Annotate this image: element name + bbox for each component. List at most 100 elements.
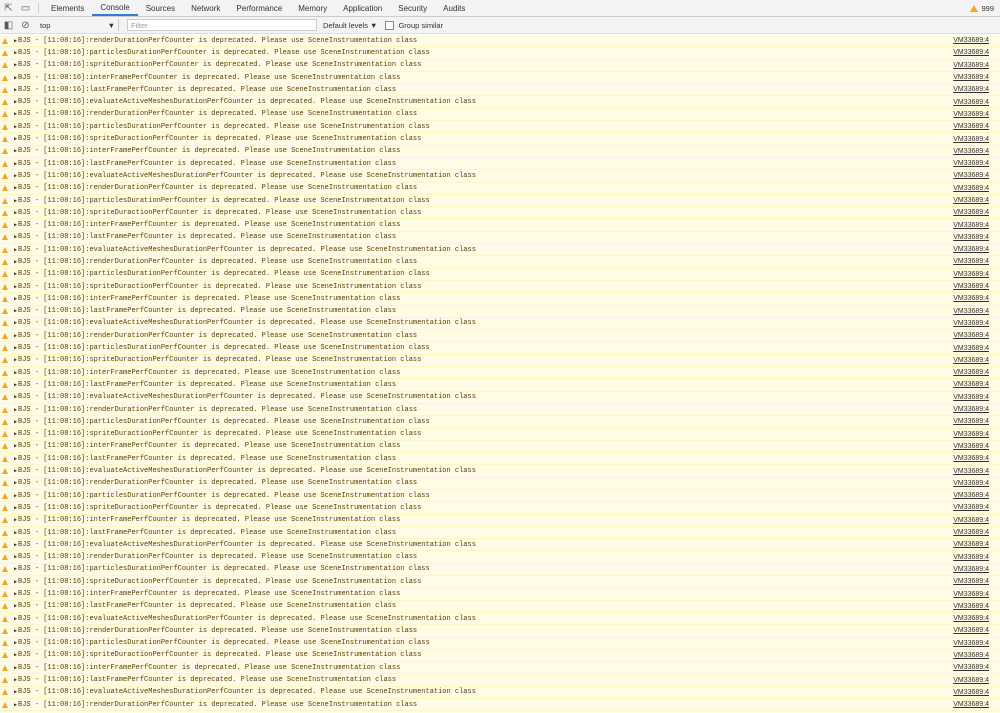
- log-source-link[interactable]: VM33689:4: [953, 603, 989, 610]
- log-row[interactable]: ▶ BJS - [11:08:16]: particlesDurationPerf…: [0, 416, 1000, 429]
- clear-console-icon[interactable]: ⊘: [17, 20, 34, 31]
- log-source-link[interactable]: VM33689:4: [953, 480, 989, 487]
- log-row[interactable]: ▶ BJS - [11:08:16]: spriteDuractionPerfCo…: [0, 355, 1000, 368]
- log-row[interactable]: ▶ BJS - [11:08:16]: lastFramePerfCounter …: [0, 232, 1000, 245]
- log-source-link[interactable]: VM33689:4: [953, 381, 989, 388]
- log-source-link[interactable]: VM33689:4: [953, 664, 989, 671]
- log-source-link[interactable]: VM33689:4: [953, 640, 989, 647]
- expand-arrow-icon[interactable]: ▶: [14, 394, 17, 400]
- expand-arrow-icon[interactable]: ▶: [14, 210, 17, 216]
- log-row[interactable]: ▶ BJS - [11:08:16]: lastFramePerfCounter …: [0, 306, 1000, 318]
- log-row[interactable]: ▶ BJS - [11:08:16]: particlesDurationPerf…: [0, 195, 1000, 208]
- expand-arrow-icon[interactable]: ▶: [14, 566, 17, 572]
- expand-arrow-icon[interactable]: ▶: [14, 517, 17, 523]
- context-select[interactable]: top ▼: [37, 19, 119, 31]
- expand-arrow-icon[interactable]: ▶: [14, 640, 17, 646]
- expand-arrow-icon[interactable]: ▶: [14, 652, 17, 658]
- log-row[interactable]: ▶ BJS - [11:08:16]: lastFramePerfCounter …: [0, 84, 1000, 97]
- log-source-link[interactable]: VM33689:4: [953, 99, 989, 106]
- log-source-link[interactable]: VM33689:4: [953, 123, 989, 130]
- log-row[interactable]: ▶ BJS - [11:08:16]: particlesDurationPerf…: [0, 638, 1000, 650]
- log-row[interactable]: ▶ BJS - [11:08:16]: interFramePerfCounter…: [0, 72, 1000, 85]
- log-source-link[interactable]: VM33689:4: [953, 308, 989, 315]
- log-row[interactable]: ▶ BJS - [11:08:16]: evaluateActiveMeshesD…: [0, 687, 1000, 700]
- log-row[interactable]: ▶ BJS - [11:08:16]: spriteDuractionPerfCo…: [0, 502, 1000, 515]
- expand-arrow-icon[interactable]: ▶: [14, 259, 17, 265]
- log-row[interactable]: ▶ BJS - [11:08:16]: renderDurationPerfCou…: [0, 478, 1000, 490]
- log-source-link[interactable]: VM33689:4: [953, 148, 989, 155]
- log-source-link[interactable]: VM33689:4: [953, 246, 989, 253]
- log-source-link[interactable]: VM33689:4: [953, 529, 989, 536]
- log-source-link[interactable]: VM33689:4: [953, 74, 989, 81]
- expand-arrow-icon[interactable]: ▶: [14, 345, 17, 351]
- expand-arrow-icon[interactable]: ▶: [14, 234, 17, 240]
- tab-sources[interactable]: Sources: [138, 0, 183, 16]
- log-source-link[interactable]: VM33689:4: [953, 455, 989, 462]
- log-source-link[interactable]: VM33689:4: [953, 271, 989, 278]
- log-row[interactable]: ▶ BJS - [11:08:16]: renderDurationPerfCou…: [0, 35, 1000, 48]
- group-similar-toggle[interactable]: Group similar: [385, 20, 443, 30]
- expand-arrow-icon[interactable]: ▶: [14, 468, 17, 474]
- log-source-link[interactable]: VM33689:4: [953, 701, 989, 708]
- log-row[interactable]: ▶ BJS - [11:08:16]: renderDurationPerfCou…: [0, 330, 1000, 343]
- expand-arrow-icon[interactable]: ▶: [14, 87, 17, 93]
- log-source-link[interactable]: VM33689:4: [953, 578, 989, 585]
- device-toolbar-icon[interactable]: ▭: [17, 0, 34, 16]
- expand-arrow-icon[interactable]: ▶: [14, 419, 17, 425]
- log-row[interactable]: ▶ BJS - [11:08:16]: spriteDuractionPerfCo…: [0, 576, 1000, 589]
- console-log[interactable]: ▶ BJS - [11:08:16]: renderDurationPerfCou…: [0, 35, 1000, 713]
- log-row[interactable]: ▶ BJS - [11:08:16]: spriteDuractionPerfCo…: [0, 133, 1000, 146]
- log-row[interactable]: ▶ BJS - [11:08:16]: renderDurationPerfCou…: [0, 256, 1000, 269]
- group-similar-checkbox[interactable]: [385, 20, 395, 30]
- expand-arrow-icon[interactable]: ▶: [14, 665, 17, 671]
- log-source-link[interactable]: VM33689:4: [953, 554, 989, 561]
- expand-arrow-icon[interactable]: ▶: [14, 247, 17, 253]
- log-source-link[interactable]: VM33689:4: [953, 62, 989, 69]
- log-source-link[interactable]: VM33689:4: [953, 566, 989, 573]
- log-source-link[interactable]: VM33689:4: [953, 677, 989, 684]
- log-row[interactable]: ▶ BJS - [11:08:16]: evaluateActiveMeshesD…: [0, 318, 1000, 331]
- expand-arrow-icon[interactable]: ▶: [14, 185, 17, 191]
- log-row[interactable]: ▶ BJS - [11:08:16]: interFramePerfCounter…: [0, 441, 1000, 454]
- log-source-link[interactable]: VM33689:4: [953, 234, 989, 241]
- log-row[interactable]: ▶ BJS - [11:08:16]: renderDurationPerfCou…: [0, 109, 1000, 122]
- expand-arrow-icon[interactable]: ▶: [14, 579, 17, 585]
- expand-arrow-icon[interactable]: ▶: [14, 271, 17, 277]
- expand-arrow-icon[interactable]: ▶: [14, 542, 17, 548]
- log-row[interactable]: ▶ BJS - [11:08:16]: interFramePerfCounter…: [0, 515, 1000, 527]
- log-row[interactable]: ▶ BJS - [11:08:16]: lastFramePerfCounter …: [0, 453, 1000, 466]
- log-levels-dropdown[interactable]: Default levels ▼: [323, 21, 377, 30]
- expand-arrow-icon[interactable]: ▶: [14, 431, 17, 437]
- log-row[interactable]: ▶ BJS - [11:08:16]: evaluateActiveMeshesD…: [0, 465, 1000, 478]
- tab-memory[interactable]: Memory: [290, 0, 335, 16]
- log-row[interactable]: ▶ BJS - [11:08:16]: particlesDurationPerf…: [0, 564, 1000, 577]
- tab-audits[interactable]: Audits: [435, 0, 473, 16]
- log-source-link[interactable]: VM33689:4: [953, 369, 989, 376]
- log-row[interactable]: ▶ BJS - [11:08:16]: interFramePerfCounter…: [0, 588, 1000, 601]
- expand-arrow-icon[interactable]: ▶: [14, 480, 17, 486]
- log-source-link[interactable]: VM33689:4: [953, 517, 989, 524]
- expand-arrow-icon[interactable]: ▶: [14, 161, 17, 167]
- expand-arrow-icon[interactable]: ▶: [14, 198, 17, 204]
- expand-arrow-icon[interactable]: ▶: [14, 99, 17, 105]
- log-row[interactable]: ▶ BJS - [11:08:16]: evaluateActiveMeshesD…: [0, 613, 1000, 626]
- log-source-link[interactable]: VM33689:4: [953, 615, 989, 622]
- log-row[interactable]: ▶ BJS - [11:08:16]: spriteDuractionPerfCo…: [0, 207, 1000, 220]
- expand-arrow-icon[interactable]: ▶: [14, 320, 17, 326]
- expand-arrow-icon[interactable]: ▶: [14, 456, 17, 462]
- expand-arrow-icon[interactable]: ▶: [14, 628, 17, 634]
- log-source-link[interactable]: VM33689:4: [953, 492, 989, 499]
- log-source-link[interactable]: VM33689:4: [953, 406, 989, 413]
- expand-arrow-icon[interactable]: ▶: [14, 136, 17, 142]
- expand-arrow-icon[interactable]: ▶: [14, 702, 17, 708]
- log-row[interactable]: ▶ BJS - [11:08:16]: lastFramePerfCounter …: [0, 527, 1000, 540]
- log-source-link[interactable]: VM33689:4: [953, 443, 989, 450]
- expand-arrow-icon[interactable]: ▶: [14, 689, 17, 695]
- expand-arrow-icon[interactable]: ▶: [14, 111, 17, 117]
- log-row[interactable]: ▶ BJS - [11:08:16]: interFramePerfCounter…: [0, 662, 1000, 675]
- log-row[interactable]: ▶ BJS - [11:08:16]: evaluateActiveMeshesD…: [0, 392, 1000, 404]
- expand-arrow-icon[interactable]: ▶: [14, 530, 17, 536]
- log-row[interactable]: ▶ BJS - [11:08:16]: evaluateActiveMeshesD…: [0, 96, 1000, 109]
- log-row[interactable]: ▶ BJS - [11:08:16]: particlesDurationPerf…: [0, 269, 1000, 281]
- log-source-link[interactable]: VM33689:4: [953, 332, 989, 339]
